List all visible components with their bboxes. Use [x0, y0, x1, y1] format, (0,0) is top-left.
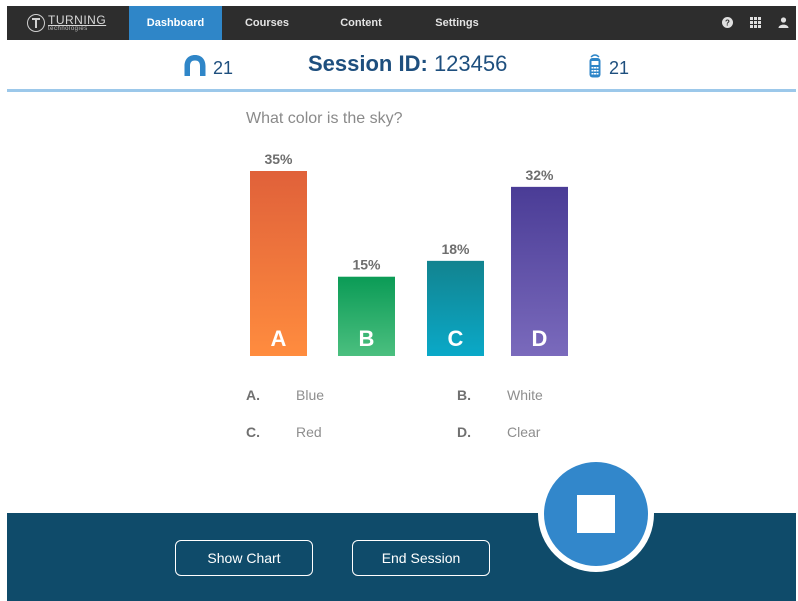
- turning-logo[interactable]: TURNING technologies: [27, 13, 106, 33]
- answer-b: B. White: [457, 387, 543, 403]
- answer-letter: D.: [457, 424, 471, 440]
- answer-d: D. Clear: [457, 424, 540, 440]
- answer-letter: C.: [246, 424, 260, 440]
- participant-icon: [183, 54, 207, 83]
- bar-value-label: 32%: [525, 167, 554, 183]
- participants-count: 21: [183, 54, 233, 83]
- session-id: Session ID: 123456: [308, 51, 507, 77]
- answer-text: Blue: [296, 387, 325, 403]
- results-chart-svg: 35% A 15% B 18% C 32% D: [250, 151, 568, 356]
- bar-category-label: A: [271, 326, 287, 351]
- stop-icon: [577, 495, 615, 533]
- bottom-toolbar: Show Chart End Session: [7, 513, 796, 601]
- bar-value-label: 18%: [441, 241, 470, 257]
- results-chart: 35% A 15% B 18% C 32% D: [240, 146, 590, 361]
- answer-text: Clear: [507, 424, 541, 440]
- tab-settings[interactable]: Settings: [425, 6, 489, 40]
- session-id-value: 123456: [433, 51, 508, 76]
- bar-category-label: C: [448, 326, 464, 351]
- end-session-button[interactable]: End Session: [352, 540, 490, 576]
- clicker-device-icon: [589, 54, 601, 83]
- tab-dashboard[interactable]: Dashboard: [129, 6, 222, 40]
- show-chart-button[interactable]: Show Chart: [175, 540, 313, 576]
- session-id-label: Session ID:: [308, 51, 428, 76]
- svg-text:?: ?: [725, 18, 730, 27]
- bar-category-label: D: [532, 326, 548, 351]
- answer-c: C. Red: [246, 424, 322, 440]
- logo-icon: [27, 14, 45, 32]
- devices-count: 21: [589, 54, 629, 83]
- answer-text: Red: [296, 424, 322, 440]
- answer-letter: B.: [457, 387, 471, 403]
- answer-letter: A.: [246, 387, 260, 403]
- session-header: 21 Session ID: 123456 21: [7, 40, 796, 92]
- stop-polling-button[interactable]: [538, 456, 654, 572]
- grid-icon[interactable]: [748, 15, 762, 29]
- logo-sub-text: technologies: [48, 26, 88, 32]
- stop-button-circle: [544, 462, 648, 566]
- question-text: What color is the sky?: [246, 110, 403, 127]
- help-icon[interactable]: ?: [720, 15, 734, 29]
- bar-value-label: 35%: [264, 151, 293, 167]
- participants-value: 21: [213, 58, 234, 78]
- logo-main-text: TURNING: [48, 13, 107, 27]
- tab-courses[interactable]: Courses: [235, 6, 299, 40]
- user-icon[interactable]: [776, 15, 790, 29]
- tab-content[interactable]: Content: [329, 6, 393, 40]
- answer-text: White: [507, 387, 543, 403]
- devices-value: 21: [609, 58, 630, 78]
- answer-a: A. Blue: [246, 387, 324, 403]
- top-nav-bar: TURNING technologies Dashboard Courses C…: [7, 6, 796, 40]
- bar-value-label: 15%: [352, 257, 381, 273]
- bar-category-label: B: [359, 326, 375, 351]
